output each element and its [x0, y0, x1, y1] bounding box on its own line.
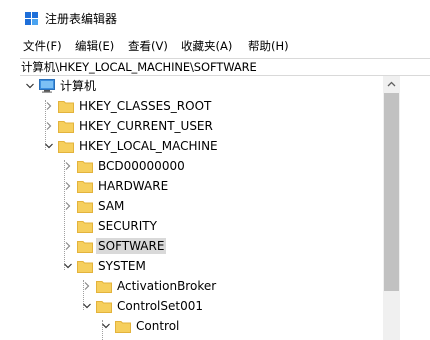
- menu-edit[interactable]: 编辑(E): [75, 38, 114, 54]
- tree-node-hkey-classes-root[interactable]: HKEY_CLASSES_ROOT: [20, 96, 383, 116]
- folder-icon: [58, 99, 74, 113]
- chevron-right-icon[interactable]: [82, 281, 92, 291]
- tree-node-security[interactable]: SECURITY: [20, 216, 383, 236]
- address-bar[interactable]: 计算机\HKEY_LOCAL_MACHINE\SOFTWARE: [20, 58, 430, 76]
- tree-node-label: BCD00000000: [98, 159, 185, 173]
- folder-icon: [77, 219, 93, 233]
- chevron-right-icon[interactable]: [44, 121, 54, 131]
- tree-node-label: ActivationBroker: [117, 279, 217, 293]
- tree-node-activationbroker[interactable]: ActivationBroker: [20, 276, 383, 296]
- tree-node-hkey-local-machine[interactable]: HKEY_LOCAL_MACHINE: [20, 136, 383, 156]
- chevron-down-icon[interactable]: [63, 261, 73, 271]
- folder-icon: [96, 279, 112, 293]
- chevron-down-icon[interactable]: [44, 141, 54, 151]
- tree-node-label: SYSTEM: [98, 259, 146, 273]
- folder-icon: [96, 299, 112, 313]
- window-title: 注册表编辑器: [45, 12, 118, 26]
- chevron-right-icon[interactable]: [63, 201, 73, 211]
- tree-node-label: HKEY_CURRENT_USER: [79, 119, 213, 133]
- tree-node-label: HARDWARE: [98, 179, 169, 193]
- tree-node-computer[interactable]: 计算机: [20, 76, 383, 96]
- computer-icon: [39, 79, 55, 93]
- menu-view[interactable]: 查看(V): [128, 38, 168, 54]
- menu-favorites[interactable]: 收藏夹(A): [181, 38, 232, 54]
- tree-node-system[interactable]: SYSTEM: [20, 256, 383, 276]
- scrollbar-thumb[interactable]: [384, 93, 399, 291]
- tree-node-label: 计算机: [60, 79, 97, 93]
- folder-icon: [77, 259, 93, 273]
- folder-icon: [77, 199, 93, 213]
- chevron-down-icon[interactable]: [25, 81, 35, 91]
- vertical-scrollbar[interactable]: [383, 76, 400, 340]
- title-bar: 注册表编辑器: [0, 0, 430, 38]
- tree-node-hardware[interactable]: HARDWARE: [20, 176, 383, 196]
- registry-tree: 计算机 HKEY_CLASSES_ROOT HKEY_CURRENT_USER …: [20, 76, 383, 340]
- folder-icon: [115, 319, 131, 333]
- chevron-right-icon[interactable]: [44, 101, 54, 111]
- tree-node-label: ControlSet001: [117, 299, 203, 313]
- chevron-down-icon[interactable]: [82, 301, 92, 311]
- menu-help[interactable]: 帮助(H): [248, 38, 289, 54]
- tree-node-control[interactable]: Control: [20, 316, 383, 336]
- tree-node-label: SAM: [98, 199, 125, 213]
- folder-icon: [77, 179, 93, 193]
- folder-icon: [77, 239, 93, 253]
- tree-node-controlset001[interactable]: ControlSet001: [20, 296, 383, 316]
- chevron-right-icon[interactable]: [63, 161, 73, 171]
- tree-node-software[interactable]: SOFTWARE: [20, 236, 383, 256]
- registry-editor-icon: [25, 12, 39, 26]
- address-path[interactable]: 计算机\HKEY_LOCAL_MACHINE\SOFTWARE: [21, 60, 257, 75]
- tree-node-label: HKEY_CLASSES_ROOT: [79, 99, 212, 113]
- menu-bar: 文件(F) 编辑(E) 查看(V) 收藏夹(A) 帮助(H): [0, 36, 430, 56]
- scroll-up-arrow-icon[interactable]: [383, 76, 400, 93]
- tree-node-label: Control: [136, 319, 180, 333]
- chevron-right-icon[interactable]: [63, 241, 73, 251]
- tree-node-label: HKEY_LOCAL_MACHINE: [79, 139, 218, 153]
- menu-file[interactable]: 文件(F): [23, 38, 62, 54]
- tree-node-label: SECURITY: [98, 219, 157, 233]
- tree-node-bcd[interactable]: BCD00000000: [20, 156, 383, 176]
- chevron-down-icon[interactable]: [101, 321, 111, 331]
- chevron-right-icon[interactable]: [63, 181, 73, 191]
- folder-icon: [58, 119, 74, 133]
- tree-node-hkey-current-user[interactable]: HKEY_CURRENT_USER: [20, 116, 383, 136]
- folder-icon: [77, 159, 93, 173]
- folder-icon: [58, 139, 74, 153]
- tree-node-sam[interactable]: SAM: [20, 196, 383, 216]
- tree-node-label-selected: SOFTWARE: [96, 238, 167, 254]
